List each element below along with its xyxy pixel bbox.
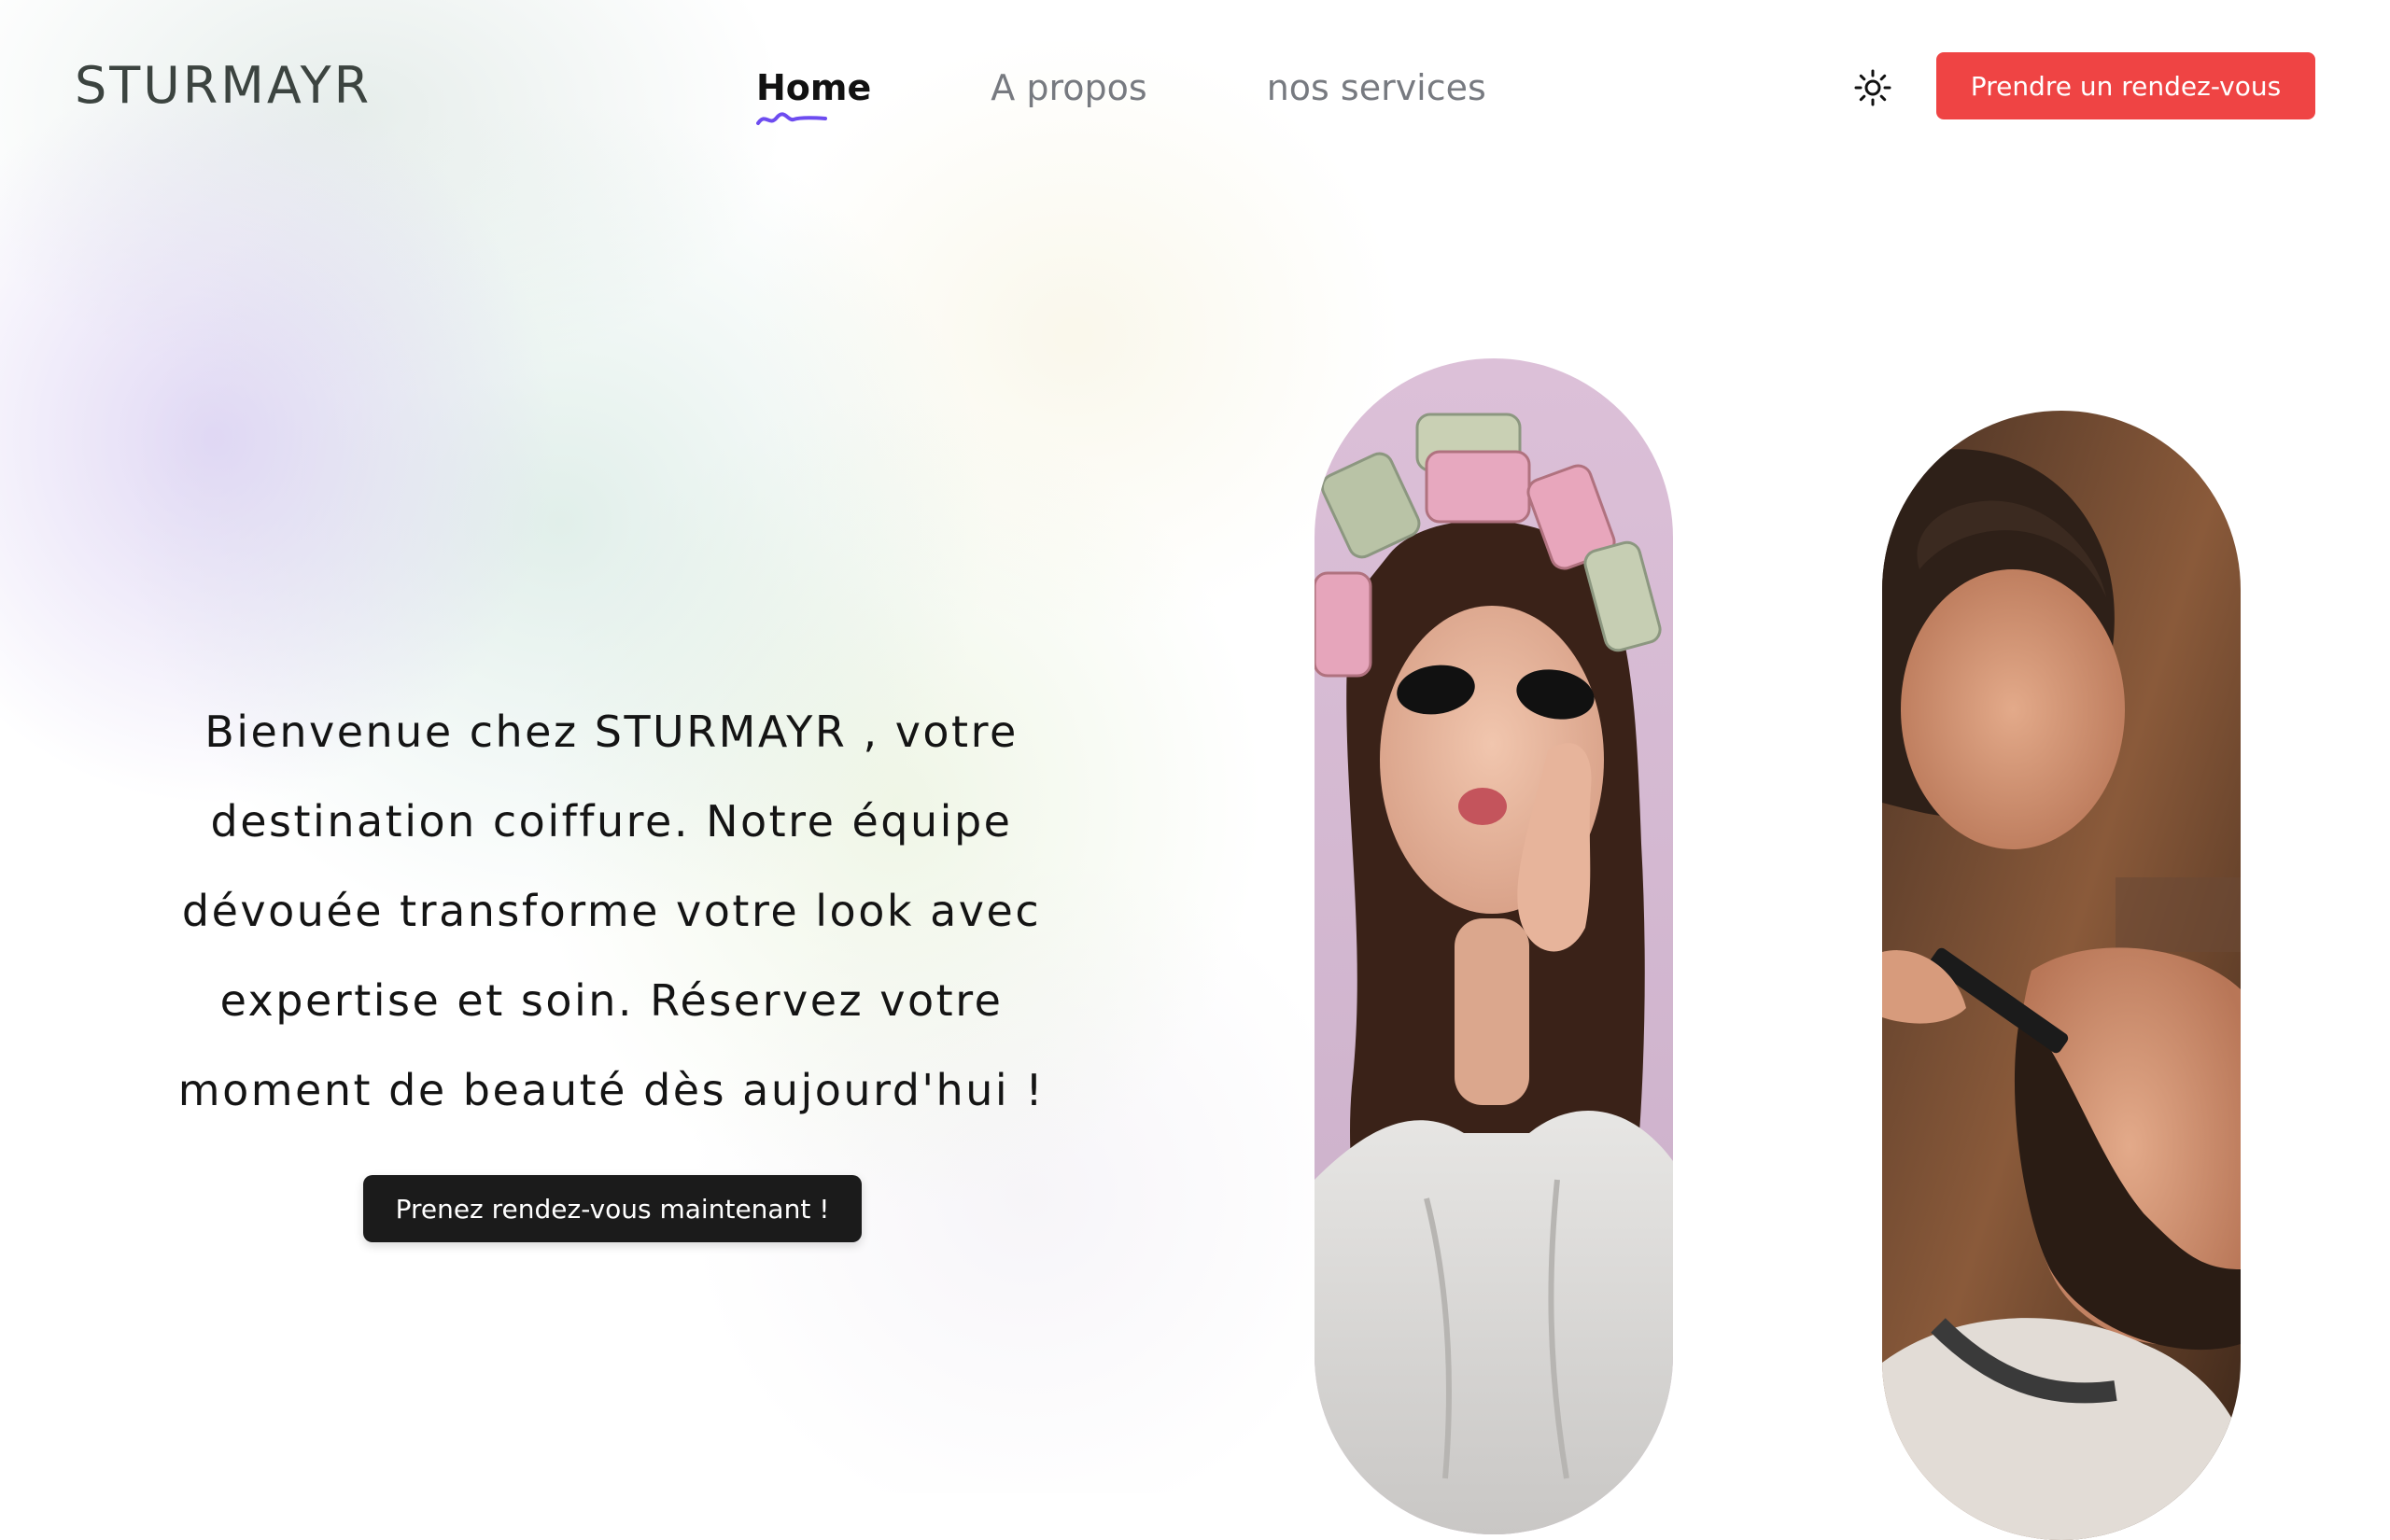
site-logo[interactable]: STURMAYR (75, 52, 372, 119)
active-underline-squiggle (756, 112, 827, 125)
book-now-button[interactable]: Prenez rendez-vous maintenant ! (363, 1175, 862, 1242)
nav-item-home-label: Home (756, 67, 872, 108)
hero-image-woman-hair-rollers (1314, 358, 1673, 1534)
nav-item-nos-services-label: nos services (1266, 67, 1486, 108)
hero-image-barber-beard-trim (1882, 411, 2241, 1540)
book-appointment-button[interactable]: Prendre un rendez-vous (1936, 52, 2315, 119)
site-header: STURMAYR Home A propos nos services Pren… (0, 0, 2390, 172)
main-nav: Home A propos nos services (756, 60, 1486, 125)
nav-item-a-propos-label: A propos (991, 67, 1147, 108)
theme-toggle-button[interactable] (1852, 67, 1893, 108)
nav-item-a-propos[interactable]: A propos (991, 62, 1146, 114)
sun-icon (1854, 69, 1891, 106)
hero-welcome-text: Bienvenue chez STURMAYR , votre destinat… (177, 707, 1046, 1115)
nav-item-nos-services[interactable]: nos services (1267, 62, 1486, 114)
nav-item-home[interactable]: Home (756, 62, 872, 125)
